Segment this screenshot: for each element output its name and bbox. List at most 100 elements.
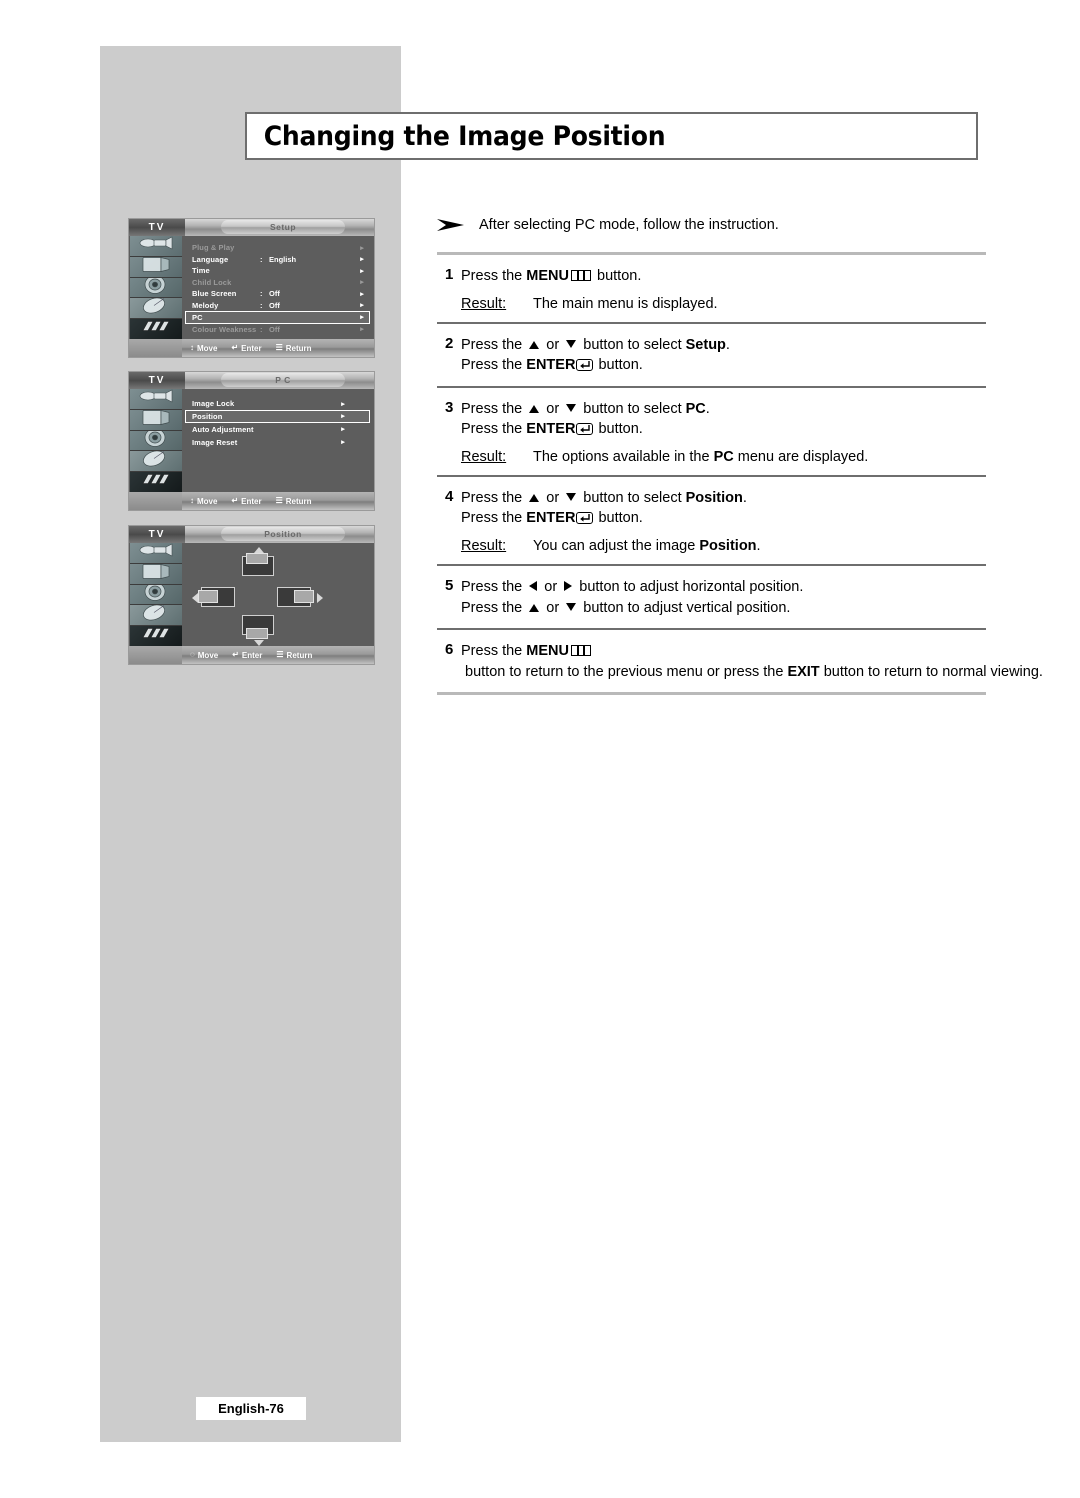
speaker-icon xyxy=(144,430,168,451)
sidebar-icon-sound xyxy=(130,584,182,606)
step-line: Press the or button to select Position. xyxy=(461,489,747,506)
tv-screen-icon xyxy=(141,256,171,277)
step-5: 5 Press the or button to adjust horizonta… xyxy=(437,575,986,628)
menu-item-colour-weakness[interactable]: Colour Weakness : Off ▸ xyxy=(186,324,369,336)
triangle-right-icon xyxy=(564,581,573,592)
steps-end-separator xyxy=(437,692,986,696)
osd-header-pc: TV P C xyxy=(129,372,374,389)
enter-icon: ↵ xyxy=(231,496,239,505)
menu-item-child-lock[interactable]: Child Lock ▸ xyxy=(186,277,369,289)
arrow-marker-icon xyxy=(437,216,465,238)
chevron-right-icon: ▸ xyxy=(360,267,364,275)
osd-title-setup: Setup xyxy=(221,220,345,234)
position-left-indicator[interactable] xyxy=(192,583,242,611)
menu-item-position[interactable]: Position ▸ xyxy=(185,410,370,423)
footer-enter: ↵ Enter xyxy=(232,650,263,660)
menu-item-melody[interactable]: Melody : Off ▸ xyxy=(186,300,369,312)
triangle-up-icon xyxy=(529,404,540,413)
step-line: Press the or button to select Setup. xyxy=(461,336,730,353)
menu-item-language[interactable]: Language : English ▸ xyxy=(186,254,369,266)
satellite-dish-icon xyxy=(142,451,170,471)
menu-icon xyxy=(570,270,591,281)
page-title-bar: Changing the Image Position xyxy=(245,112,978,160)
step-body: Press the or button to adjust horizontal… xyxy=(461,577,986,618)
menu-item-time[interactable]: Time ▸ xyxy=(186,265,369,277)
step-body: Press the or button to select PC. Press t… xyxy=(461,399,986,465)
osd-tv-label: TV xyxy=(129,219,185,236)
osd-footer-position: ◌ Move ↵ Enter ☰ Return xyxy=(129,646,374,664)
step-body: Press the or button to select Setup. Pres… xyxy=(461,335,986,376)
footer-return: ☰ Return xyxy=(276,650,313,660)
step-line: Press the or button to adjust vertical p… xyxy=(461,599,791,616)
osd-screenshot-position: TV Position ◌ Move ↵ Enter ☰ Return xyxy=(128,525,375,665)
step-separator xyxy=(437,564,986,567)
step-1: 1 Press the MENU button. Result: The main m… xyxy=(437,264,986,322)
osd-header-setup: TV Setup xyxy=(129,219,374,236)
step-body: Press the MENU button to return to the p… xyxy=(461,641,1043,682)
osd-menu-list-pc: Image Lock ▸ Position ▸ Auto Adjustment … xyxy=(182,389,373,492)
triangle-down-icon xyxy=(566,403,577,412)
footer-move: ↕ Move xyxy=(190,343,218,353)
sidebar-icon-picture xyxy=(130,563,182,585)
step-number: 5 xyxy=(445,577,454,595)
step-number: 4 xyxy=(445,487,454,505)
antenna-icon xyxy=(139,543,173,563)
result-label: Result: xyxy=(461,538,507,555)
step-line: Press the ENTER button. xyxy=(461,421,643,438)
menu-item-pc[interactable]: PC ▸ xyxy=(185,311,370,324)
triangle-down-icon xyxy=(566,602,577,611)
enter-icon xyxy=(576,359,594,372)
setup-tiles-icon xyxy=(141,473,171,492)
updown-arrow-icon: ↕ xyxy=(190,343,194,352)
result-label: Result: xyxy=(461,448,507,465)
footer-move: ◌ Move xyxy=(190,650,219,660)
step-3: 3 Press the or button to select PC. Press … xyxy=(437,397,986,475)
result-label: Result: xyxy=(461,295,507,312)
menu-icon: ☰ xyxy=(275,343,283,352)
osd-title-position: Position xyxy=(221,527,345,541)
menu-icon: ☰ xyxy=(276,650,284,659)
sidebar-icon-setup xyxy=(130,472,182,493)
intro-note: After selecting PC mode, follow the inst… xyxy=(437,216,986,252)
chevron-right-icon: ▸ xyxy=(360,314,364,322)
position-right-indicator[interactable] xyxy=(274,583,324,611)
chevron-right-icon: ▸ xyxy=(360,279,364,287)
menu-item-blue-screen[interactable]: Blue Screen : Off ▸ xyxy=(186,288,369,300)
triangle-down-icon xyxy=(566,492,577,501)
step-line: Press the MENU button. xyxy=(461,268,642,284)
step-6: 6 Press the MENU button to return to the … xyxy=(437,639,1043,692)
intro-note-text: After selecting PC mode, follow the inst… xyxy=(479,217,779,233)
osd-sidebar-icons-setup xyxy=(130,236,182,340)
osd-tv-label: TV xyxy=(129,526,185,543)
osd-menu-list-setup: Plug & Play ▸ Language : English ▸ Time … xyxy=(182,236,373,339)
chevron-right-icon: ▸ xyxy=(360,290,364,298)
result-text: You can adjust the image Position. xyxy=(533,538,761,555)
menu-item-auto-adjustment[interactable]: Auto Adjustment ▸ xyxy=(186,423,369,436)
step-number: 2 xyxy=(445,334,454,352)
menu-item-plug-and-play[interactable]: Plug & Play ▸ xyxy=(186,242,369,254)
sidebar-icon-picture xyxy=(130,256,182,278)
osd-footer-setup: ↕ Move ↵ Enter ☰ Return xyxy=(129,339,374,357)
step-4: 4 Press the or button to select Position.… xyxy=(437,486,986,564)
tv-screen-icon xyxy=(141,409,171,430)
chevron-right-icon: ▸ xyxy=(360,244,364,252)
sidebar-icon-picture xyxy=(130,409,182,431)
triangle-up-icon xyxy=(529,340,540,349)
footer-move: ↕ Move xyxy=(190,496,218,506)
osd-title-pc: P C xyxy=(221,373,345,387)
menu-item-image-reset[interactable]: Image Reset ▸ xyxy=(186,436,369,449)
sidebar-icon-channel xyxy=(130,605,182,627)
triangle-left-icon xyxy=(529,581,538,592)
result-text: The main menu is displayed. xyxy=(533,295,718,312)
chevron-right-icon: ▸ xyxy=(341,426,345,433)
satellite-dish-icon xyxy=(142,298,170,318)
position-down-indicator[interactable] xyxy=(238,615,278,647)
step-2: 2 Press the or button to select Setup. Pre… xyxy=(437,333,986,386)
menu-item-image-lock[interactable]: Image Lock ▸ xyxy=(186,397,369,410)
antenna-icon xyxy=(139,389,173,409)
position-up-indicator[interactable] xyxy=(238,547,278,577)
enter-icon xyxy=(576,512,594,525)
step-number: 1 xyxy=(445,266,454,283)
sidebar-icon-input xyxy=(130,389,182,410)
chevron-right-icon: ▸ xyxy=(341,439,345,446)
